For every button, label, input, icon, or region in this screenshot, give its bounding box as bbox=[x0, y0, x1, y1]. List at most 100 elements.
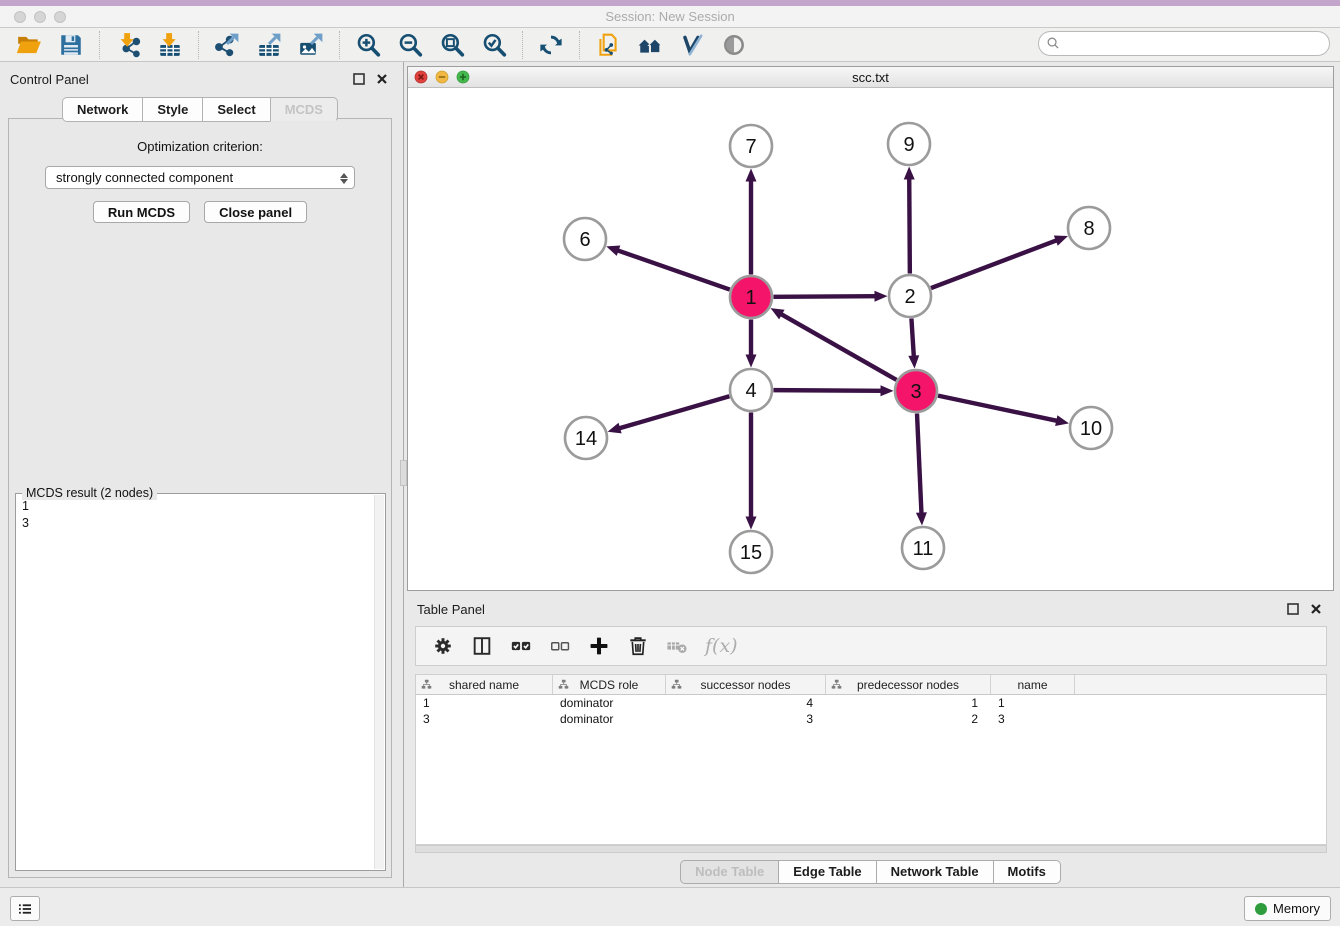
graph-edge-3-10[interactable] bbox=[938, 396, 1069, 426]
table-cell[interactable]: 3 bbox=[991, 711, 1075, 727]
table-close-panel-icon[interactable] bbox=[1308, 601, 1324, 617]
column-header-successor-nodes[interactable]: successor nodes bbox=[666, 675, 826, 694]
graph-node-10[interactable]: 10 bbox=[1070, 407, 1112, 449]
close-panel-button[interactable]: Close panel bbox=[204, 201, 307, 223]
folder-open-icon[interactable] bbox=[14, 30, 44, 60]
vertical-splitter[interactable] bbox=[400, 62, 407, 887]
trash-icon[interactable] bbox=[625, 633, 651, 659]
zoom-fit-icon[interactable] bbox=[437, 30, 467, 60]
table-cell[interactable]: 1 bbox=[416, 695, 553, 711]
tab-network-table[interactable]: Network Table bbox=[876, 860, 993, 884]
v-slash-icon[interactable] bbox=[677, 30, 707, 60]
eye-icon[interactable] bbox=[719, 30, 749, 60]
search-icon bbox=[1045, 35, 1062, 52]
table-float-panel-icon[interactable] bbox=[1285, 601, 1301, 617]
tab-mcds[interactable]: MCDS bbox=[270, 97, 338, 122]
table-cell[interactable]: 4 bbox=[666, 695, 826, 711]
search-input[interactable] bbox=[1062, 34, 1329, 54]
graph-node-11[interactable]: 11 bbox=[902, 527, 944, 569]
close-panel-icon[interactable] bbox=[374, 71, 390, 87]
save-icon[interactable] bbox=[56, 30, 86, 60]
tab-edge-table[interactable]: Edge Table bbox=[778, 860, 875, 884]
frame-minimize-icon[interactable] bbox=[435, 70, 449, 84]
graph-edge-2-9[interactable] bbox=[904, 166, 915, 273]
mcds-panel: Optimization criterion: strongly connect… bbox=[8, 118, 392, 878]
frame-maximize-icon[interactable] bbox=[456, 70, 470, 84]
search-box[interactable] bbox=[1038, 31, 1330, 56]
optimization-criterion-dropdown[interactable]: strongly connected component bbox=[45, 166, 355, 189]
tab-network[interactable]: Network bbox=[62, 97, 142, 122]
graph-edge-2-8[interactable] bbox=[931, 235, 1068, 288]
function-builder-icon: f(x) bbox=[705, 635, 738, 657]
graph-node-15[interactable]: 15 bbox=[730, 531, 772, 573]
table-panel-header: Table Panel bbox=[407, 596, 1334, 622]
graph-edge-1-2[interactable] bbox=[773, 291, 887, 302]
graph-node-7[interactable]: 7 bbox=[730, 125, 772, 167]
graph-edge-4-15[interactable] bbox=[746, 413, 757, 530]
memory-button[interactable]: Memory bbox=[1244, 896, 1331, 921]
column-header-shared-name[interactable]: shared name bbox=[416, 675, 553, 694]
plus-icon[interactable] bbox=[586, 633, 612, 659]
columns-icon[interactable] bbox=[469, 633, 495, 659]
run-mcds-button[interactable]: Run MCDS bbox=[93, 201, 190, 223]
table-cell[interactable]: 3 bbox=[416, 711, 553, 727]
graph-node-14[interactable]: 14 bbox=[565, 417, 607, 459]
graph-node-8[interactable]: 8 bbox=[1068, 207, 1110, 249]
table-cell[interactable]: dominator bbox=[553, 695, 666, 711]
graph-edge-1-4[interactable] bbox=[746, 320, 757, 368]
graph-edge-2-3[interactable] bbox=[908, 318, 919, 368]
graph-node-2[interactable]: 2 bbox=[889, 275, 931, 317]
zoom-selected-icon[interactable] bbox=[479, 30, 509, 60]
export-image-icon[interactable] bbox=[296, 30, 326, 60]
checked-pair-icon[interactable] bbox=[508, 633, 534, 659]
unchecked-pair-icon[interactable] bbox=[547, 633, 573, 659]
table-row[interactable]: 3dominator323 bbox=[416, 711, 1326, 727]
dropdown-value: strongly connected component bbox=[56, 170, 233, 185]
refresh-icon[interactable] bbox=[536, 30, 566, 60]
graph-node-1[interactable]: 1 bbox=[730, 276, 772, 318]
graph-edge-3-1[interactable] bbox=[771, 308, 897, 380]
column-header-MCDS-role[interactable]: MCDS role bbox=[553, 675, 666, 694]
table-toolbar: f(x) bbox=[415, 626, 1327, 666]
tab-style[interactable]: Style bbox=[142, 97, 202, 122]
graph-edge-1-6[interactable] bbox=[606, 246, 730, 290]
table-cell[interactable]: 1 bbox=[826, 695, 991, 711]
tab-select[interactable]: Select bbox=[202, 97, 269, 122]
float-panel-icon[interactable] bbox=[351, 71, 367, 87]
network-canvas[interactable]: 7 9 6 8 1 2 4 3 14 10 15 11 bbox=[408, 88, 1333, 590]
homes-icon[interactable] bbox=[635, 30, 665, 60]
export-table-icon[interactable] bbox=[254, 30, 284, 60]
task-history-button[interactable] bbox=[10, 896, 40, 921]
graph-edge-3-11[interactable] bbox=[916, 413, 927, 525]
tab-motifs[interactable]: Motifs bbox=[993, 860, 1061, 884]
mcds-result-text[interactable]: 1 3 bbox=[18, 498, 373, 868]
graph-edge-1-7[interactable] bbox=[746, 169, 757, 275]
graph-node-9[interactable]: 9 bbox=[888, 123, 930, 165]
mcds-result-group: MCDS result (2 nodes) 1 3 bbox=[15, 493, 386, 871]
table-cell[interactable]: 3 bbox=[666, 711, 826, 727]
graph-node-3[interactable]: 3 bbox=[895, 370, 937, 412]
tab-node-table[interactable]: Node Table bbox=[680, 860, 778, 884]
column-header-name[interactable]: name bbox=[991, 675, 1075, 694]
table-cell[interactable]: dominator bbox=[553, 711, 666, 727]
export-network-icon[interactable] bbox=[212, 30, 242, 60]
table-cell[interactable]: 1 bbox=[991, 695, 1075, 711]
column-header-predecessor-nodes[interactable]: predecessor nodes bbox=[826, 675, 991, 694]
graph-edge-4-14[interactable] bbox=[608, 396, 730, 433]
gear-icon[interactable] bbox=[430, 633, 456, 659]
graph-node-4[interactable]: 4 bbox=[730, 369, 772, 411]
svg-text:10: 10 bbox=[1080, 418, 1102, 440]
duplicate-network-icon[interactable] bbox=[593, 30, 623, 60]
import-network-icon[interactable] bbox=[113, 30, 143, 60]
vertical-splitter-grabber[interactable] bbox=[400, 460, 407, 486]
frame-close-icon[interactable] bbox=[414, 70, 428, 84]
zoom-out-icon[interactable] bbox=[395, 30, 425, 60]
import-table-icon[interactable] bbox=[155, 30, 185, 60]
network-window-titlebar[interactable]: scc.txt bbox=[408, 67, 1333, 88]
table-cell[interactable]: 2 bbox=[826, 711, 991, 727]
table-row[interactable]: 1dominator411 bbox=[416, 695, 1326, 711]
graph-node-6[interactable]: 6 bbox=[564, 218, 606, 260]
mcds-result-scrollbar[interactable] bbox=[374, 495, 384, 869]
graph-edge-4-3[interactable] bbox=[773, 385, 893, 396]
zoom-in-icon[interactable] bbox=[353, 30, 383, 60]
